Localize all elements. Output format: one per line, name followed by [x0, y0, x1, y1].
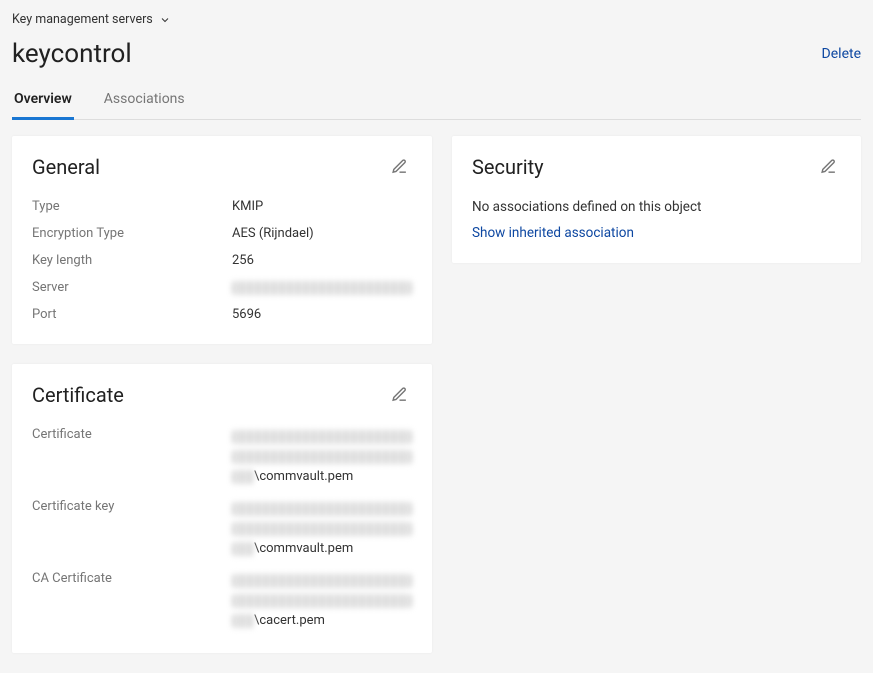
row-ca-cert: CA Certificate \cacert.pem [32, 571, 412, 631]
edit-certificate-button[interactable] [387, 382, 412, 407]
label-key-length: Key length [32, 253, 232, 268]
value-key-length: 256 [232, 253, 412, 268]
value-server [232, 280, 412, 295]
value-type: KMIP [232, 199, 412, 214]
redacted-text [232, 594, 412, 608]
label-enc-type: Encryption Type [32, 226, 232, 241]
value-ca-cert: \cacert.pem [232, 571, 412, 631]
tabs: Overview Associations [12, 91, 861, 120]
redacted-text [232, 450, 412, 464]
delete-button[interactable]: Delete [822, 46, 861, 62]
tab-associations[interactable]: Associations [102, 91, 187, 120]
edit-general-button[interactable] [387, 154, 412, 179]
row-server: Server [32, 280, 412, 295]
page-title: keycontrol [12, 39, 132, 69]
redacted-text [232, 470, 254, 484]
general-title: General [32, 155, 100, 179]
pencil-icon [391, 158, 408, 175]
row-cert-key: Certificate key \commvault.pem [32, 499, 412, 559]
breadcrumb-label: Key management servers [12, 12, 153, 27]
redacted-text [232, 430, 412, 444]
general-card: General Type KMIP Encryption Type AES (R… [12, 136, 432, 344]
row-type: Type KMIP [32, 199, 412, 214]
label-cert-key: Certificate key [32, 499, 232, 514]
row-key-length: Key length 256 [32, 253, 412, 268]
cert-suffix: \commvault.pem [254, 469, 353, 484]
value-enc-type: AES (Rijndael) [232, 226, 412, 241]
security-title: Security [472, 155, 544, 179]
redacted-text [232, 542, 254, 556]
certificate-title: Certificate [32, 383, 124, 407]
tab-overview[interactable]: Overview [12, 91, 74, 120]
label-ca-cert: CA Certificate [32, 571, 232, 586]
label-server: Server [32, 280, 232, 295]
row-cert: Certificate \commvault.pem [32, 427, 412, 487]
redacted-text [232, 574, 412, 588]
pencil-icon [391, 386, 408, 403]
redacted-text [232, 281, 412, 295]
label-type: Type [32, 199, 232, 214]
row-port: Port 5696 [32, 307, 412, 322]
certificate-card: Certificate Certificate \commvault.pem C… [12, 364, 432, 653]
cert-key-suffix: \commvault.pem [254, 541, 353, 556]
chevron-down-icon [159, 14, 171, 26]
redacted-text [232, 502, 412, 516]
label-cert: Certificate [32, 427, 232, 442]
security-card: Security No associations defined on this… [452, 136, 861, 263]
row-enc-type: Encryption Type AES (Rijndael) [32, 226, 412, 241]
ca-cert-suffix: \cacert.pem [254, 613, 325, 628]
redacted-text [232, 614, 254, 628]
edit-security-button[interactable] [816, 154, 841, 179]
value-cert: \commvault.pem [232, 427, 412, 487]
label-port: Port [32, 307, 232, 322]
security-no-assoc-text: No associations defined on this object [472, 199, 841, 215]
redacted-text [232, 522, 412, 536]
show-inherited-link[interactable]: Show inherited association [472, 225, 841, 241]
value-cert-key: \commvault.pem [232, 499, 412, 559]
pencil-icon [820, 158, 837, 175]
value-port: 5696 [232, 307, 412, 322]
breadcrumb[interactable]: Key management servers [12, 10, 171, 29]
